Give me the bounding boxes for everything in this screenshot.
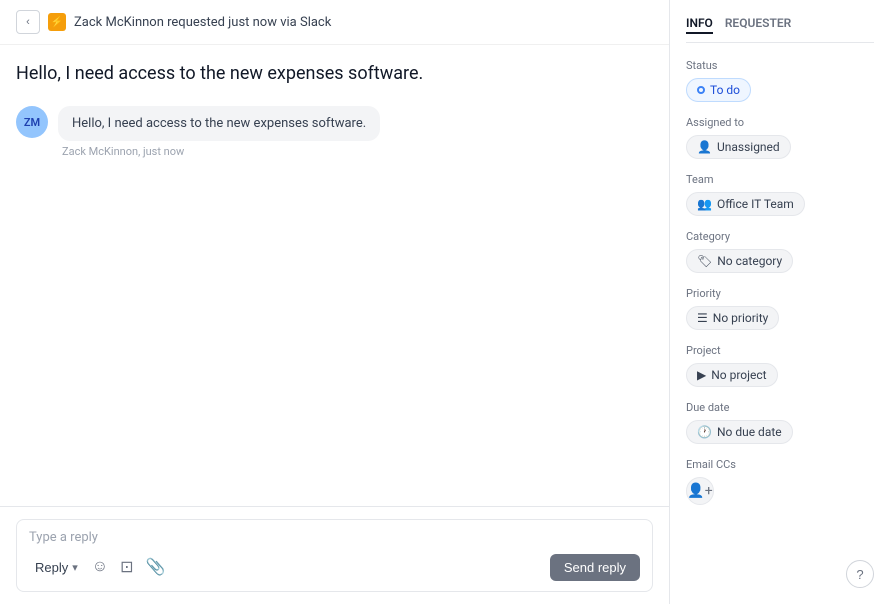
project-value: No project: [711, 368, 766, 382]
email-ccs-label: Email CCs: [686, 458, 874, 471]
team-section: Team 👥 Office IT Team: [686, 173, 874, 216]
category-section: Category 🏷 No category: [686, 230, 874, 273]
priority-value: No priority: [713, 311, 769, 325]
assigned-chip[interactable]: 👤 Unassigned: [686, 135, 791, 159]
message-container: ZM Hello, I need access to the new expen…: [16, 106, 653, 158]
bolt-icon: ⚡: [48, 13, 66, 31]
status-value: To do: [710, 83, 740, 97]
reply-textarea-wrapper: Type a reply Reply ▾ ☺ ⊡ 📎 Send reply: [16, 519, 653, 592]
bubble-meta: Zack McKinnon, just now: [58, 145, 380, 158]
team-icon: 👥: [697, 197, 712, 211]
sender-name: Zack McKinnon: [62, 145, 138, 158]
reply-placeholder[interactable]: Type a reply: [29, 530, 640, 545]
tabs-row: INFO REQUESTER: [686, 16, 874, 43]
emoji-button[interactable]: ☺: [88, 554, 112, 580]
project-label: Project: [686, 344, 874, 357]
status-dot: [697, 86, 705, 94]
message-bubble: Hello, I need access to the new expenses…: [58, 106, 380, 141]
bubble-content: Hello, I need access to the new expenses…: [58, 106, 380, 158]
team-chip[interactable]: 👥 Office IT Team: [686, 192, 805, 216]
category-value: No category: [717, 254, 782, 268]
priority-icon: ☰: [697, 311, 708, 325]
project-icon: ▶: [697, 368, 706, 382]
assigned-section: Assigned to 👤 Unassigned: [686, 116, 874, 159]
tab-requester[interactable]: REQUESTER: [725, 16, 791, 34]
add-cc-icon: 👤+: [687, 483, 712, 499]
send-reply-button[interactable]: Send reply: [550, 554, 640, 581]
project-chip[interactable]: ▶ No project: [686, 363, 778, 387]
status-section: Status To do: [686, 59, 874, 102]
project-section: Project ▶ No project: [686, 344, 874, 387]
status-label: Status: [686, 59, 874, 72]
reply-button[interactable]: Reply ▾: [29, 556, 84, 579]
clip-button[interactable]: 📎: [142, 553, 170, 581]
priority-section: Priority ☰ No priority: [686, 287, 874, 330]
assigned-value: Unassigned: [717, 140, 780, 154]
due-date-label: Due date: [686, 401, 874, 414]
right-panel: INFO REQUESTER Status To do Assigned to …: [670, 0, 890, 604]
help-button[interactable]: ?: [846, 560, 874, 588]
team-value: Office IT Team: [717, 197, 794, 211]
main-message: Hello, I need access to the new expenses…: [16, 61, 653, 86]
tab-info[interactable]: INFO: [686, 16, 713, 34]
priority-chip[interactable]: ☰ No priority: [686, 306, 779, 330]
header-description: Zack McKinnon requested just now via Sla…: [74, 15, 331, 30]
team-label: Team: [686, 173, 874, 186]
reply-label: Reply: [35, 560, 68, 575]
avatar: ZM: [16, 106, 48, 138]
category-label: Category: [686, 230, 874, 243]
due-date-icon: 🕐: [697, 425, 712, 439]
dropdown-icon: ▾: [72, 561, 78, 574]
assigned-label: Assigned to: [686, 116, 874, 129]
priority-label: Priority: [686, 287, 874, 300]
status-chip[interactable]: To do: [686, 78, 751, 102]
main-layout: ‹ ⚡ Zack McKinnon requested just now via…: [0, 0, 890, 604]
due-date-chip[interactable]: 🕐 No due date: [686, 420, 793, 444]
attachment-button[interactable]: ⊡: [116, 553, 137, 581]
message-timestamp: just now: [143, 145, 184, 158]
due-date-value: No due date: [717, 425, 782, 439]
assigned-icon: 👤: [697, 140, 712, 154]
message-text: Hello, I need access to the new expenses…: [72, 116, 366, 131]
category-icon: 🏷: [697, 254, 712, 268]
conversation-area: Hello, I need access to the new expenses…: [0, 45, 669, 506]
due-date-section: Due date 🕐 No due date: [686, 401, 874, 444]
top-bar: ‹ ⚡ Zack McKinnon requested just now via…: [0, 0, 669, 45]
reply-box: Type a reply Reply ▾ ☺ ⊡ 📎 Send reply: [0, 506, 669, 604]
reply-actions: Reply ▾ ☺ ⊡ 📎 Send reply: [29, 553, 640, 581]
reply-left-actions: Reply ▾ ☺ ⊡ 📎: [29, 553, 169, 581]
category-chip[interactable]: 🏷 No category: [686, 249, 793, 273]
left-panel: ‹ ⚡ Zack McKinnon requested just now via…: [0, 0, 670, 604]
back-button[interactable]: ‹: [16, 10, 40, 34]
email-ccs-section: Email CCs 👤+: [686, 458, 874, 505]
add-email-cc-button[interactable]: 👤+: [686, 477, 714, 505]
